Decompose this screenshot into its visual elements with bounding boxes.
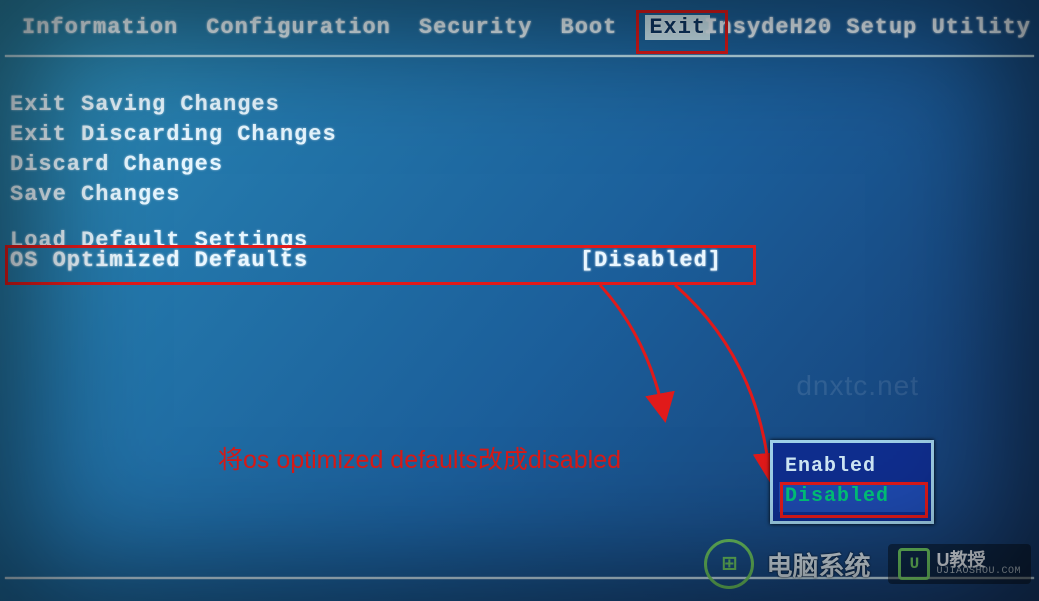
opt-discard-changes[interactable]: Discard Changes <box>10 150 337 180</box>
tab-configuration[interactable]: Configuration <box>206 15 391 40</box>
watermark-brand2-sub: UJIAOSHOU.COM <box>936 567 1021 577</box>
watermark-circle-icon: ⊞ <box>704 539 754 589</box>
tab-security[interactable]: Security <box>419 15 533 40</box>
tab-boot[interactable]: Boot <box>561 15 618 40</box>
watermark-brand2-box: U U教授 UJIAOSHOU.COM <box>888 544 1031 584</box>
popup-opt-enabled[interactable]: Enabled <box>779 452 925 482</box>
opt-save-changes[interactable]: Save Changes <box>10 180 337 210</box>
opt-os-optimized-value: [Disabled] <box>580 248 750 273</box>
opt-exit-saving[interactable]: Exit Saving Changes <box>10 90 337 120</box>
popup-opt-disabled[interactable]: Disabled <box>779 482 925 512</box>
opt-os-optimized-row[interactable]: OS Optimized Defaults [Disabled] <box>10 248 750 273</box>
watermark-faint: dnxtc.net <box>796 370 919 402</box>
watermark-area: ⊞ 电脑系统 U U教授 UJIAOSHOU.COM <box>704 539 1031 589</box>
watermark-brand1: 电脑系统 <box>766 546 870 583</box>
opt-exit-discarding[interactable]: Exit Discarding Changes <box>10 120 337 150</box>
watermark-u-icon: U <box>898 548 930 580</box>
annotation-text: 将os optimized defaults改成disabled <box>218 440 621 476</box>
tab-information[interactable]: Information <box>22 15 178 40</box>
tab-exit[interactable]: Exit <box>645 15 710 40</box>
exit-options: Exit Saving Changes Exit Discarding Chan… <box>10 90 337 256</box>
utility-title: InsydeH20 Setup Utility <box>704 15 1031 40</box>
opt-os-optimized-label: OS Optimized Defaults <box>10 248 308 273</box>
value-popup[interactable]: Enabled Disabled <box>770 440 934 524</box>
arrow-annotation-1 <box>570 280 740 440</box>
divider-top <box>5 55 1034 57</box>
menu-tabs: Information Configuration Security Boot … <box>22 15 710 40</box>
bios-screen: Information Configuration Security Boot … <box>0 0 1039 601</box>
